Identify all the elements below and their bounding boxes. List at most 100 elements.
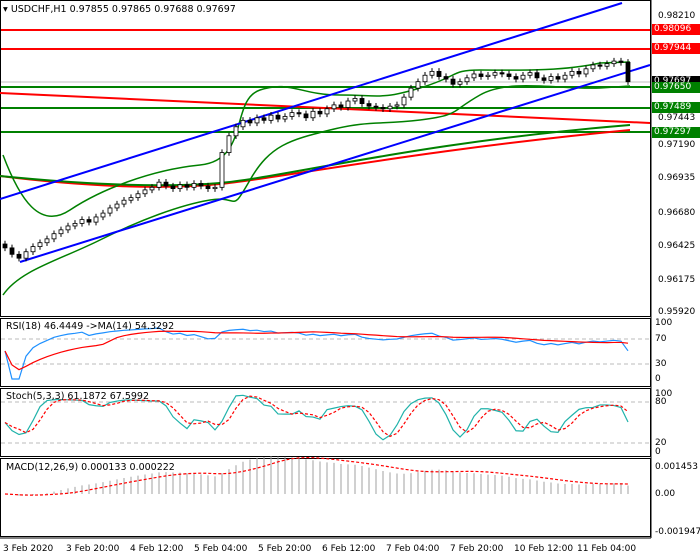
candle-body [289,112,295,117]
candle-body [2,243,8,249]
candle-body [338,104,344,108]
candle-body [513,76,519,80]
candle-body [562,74,568,80]
candle-body [310,110,316,119]
candle-body [247,119,253,124]
macd-tick: 0.001453 [655,462,698,472]
candle-body [240,119,246,128]
candle-body [121,199,127,205]
candle-body [541,77,547,81]
rsi-tick: 30 [655,359,667,369]
price-tick: 0.96680 [658,208,696,218]
candle-body [464,77,470,83]
candle-body [37,242,43,247]
time-tick: 11 Feb 04:00 [577,544,637,554]
candle-body [107,207,113,214]
candle-body [170,185,176,190]
ohlc-values: 0.97855 0.97865 0.97688 0.97697 [69,4,236,15]
candle-body [9,247,15,255]
chart-canvas[interactable] [0,0,700,560]
candle-body [499,72,505,75]
candle-body [625,61,631,83]
candle-body [114,203,120,209]
macd-label: MACD(12,26,9) 0.000133 0.000222 [6,462,175,473]
level-label: 0.97297 [652,127,700,138]
time-tick: 6 Feb 12:00 [322,544,376,554]
time-tick: 5 Feb 04:00 [194,544,248,554]
candle-body [548,76,554,81]
time-tick: 7 Feb 20:00 [450,544,504,554]
candle-body [282,116,288,120]
time-tick: 3 Feb 2020 [3,544,54,554]
candle-body [205,185,211,190]
candle-body [443,76,449,80]
candle-body [72,223,78,227]
candle-body [44,238,50,244]
price-tick: 0.95920 [658,307,696,317]
candle-body [275,114,281,120]
candle-body [520,74,526,80]
candle-body [576,70,582,75]
macd-tick: -0.001947 [655,527,700,537]
candle-body [611,60,617,65]
rsi-tick: 100 [655,318,673,328]
candle-body [436,70,442,77]
candle-body [352,98,358,102]
time-tick: 10 Feb 12:00 [514,544,574,554]
stoch-tick: 0 [655,447,661,457]
candle-body [324,108,330,115]
candle-body [492,72,498,76]
candle-body [177,184,183,190]
time-tick: 4 Feb 12:00 [130,544,184,554]
price-tick: 0.96175 [658,275,696,285]
candle-body [597,64,603,67]
candle-body [65,225,71,231]
candle-body [345,100,351,108]
price-tick: 0.98210 [658,11,696,21]
level-label: 0.98096 [652,24,700,35]
candle-body [184,184,190,188]
candle-body [51,233,57,240]
candle-body [471,73,477,79]
candle-body [261,117,267,121]
candle-body [569,70,575,76]
candle-body [79,219,85,224]
main-pane-border [0,0,651,317]
candle-body [555,76,561,80]
candle-body [618,60,624,63]
time-tick: 3 Feb 20:00 [66,544,120,554]
candle-body [317,110,323,115]
candle-body [128,197,134,201]
candle-body [58,229,64,235]
time-tick: 5 Feb 20:00 [258,544,312,554]
candle-body [415,81,421,89]
candle-body [478,73,484,77]
price-tick: 0.96935 [658,173,696,183]
rsi-tick: 70 [655,334,667,344]
candle-body [359,98,365,104]
candle-body [254,117,260,124]
candle-body [534,72,540,79]
candle-body [142,189,148,195]
candle-body [380,107,386,110]
price-tick: 0.96425 [658,241,696,251]
candle-body [527,72,533,76]
symbol-label: USDCHF,H1 [10,4,67,15]
price-tick: 0.97190 [658,140,696,150]
candle-body [429,70,435,76]
candle-body [219,152,225,188]
candle-body [296,112,302,115]
collapse-triangle-icon[interactable]: ▾ [3,4,8,15]
candle-body [394,104,400,107]
candle-body [163,181,169,187]
candle-body [212,186,218,190]
candle-body [450,78,456,85]
price-tick-hidden: 0.97443 [658,113,696,123]
level-label: 0.97944 [652,43,700,54]
candle-body [408,87,414,98]
rsi-label: RSI(18) 46.4449 ->MA(14) 54.3292 [6,321,175,332]
stoch-label: Stoch(5,3,3) 61.1872 67.5992 [6,391,150,402]
level-label: 0.97650 [652,82,700,93]
candle-body [583,68,589,75]
rsi-tick: 0 [655,374,661,384]
